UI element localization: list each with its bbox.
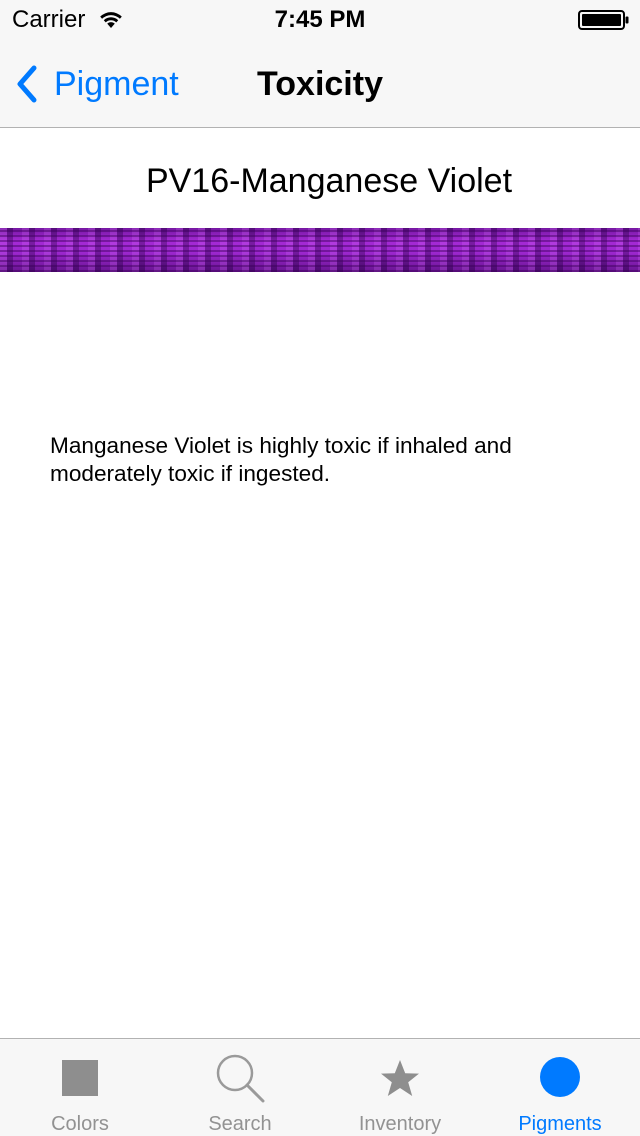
search-icon [216,1054,265,1103]
pigment-name: PV16-Manganese Violet [145,162,513,200]
top-bar: Carrier 7:45 PM Pigment Toxicity [0,0,640,128]
clock: 7:45 PM [274,6,366,33]
circle-icon [540,1057,580,1097]
tab-inventory[interactable]: Inventory [320,1039,480,1136]
page-title: Toxicity [257,65,383,103]
tab-label: Pigments [518,1113,602,1135]
toxicity-screen: Carrier 7:45 PM Pigment Toxicity PV16-Ma… [0,0,640,1136]
toxicity-description: Manganese Violet is highly toxic if inha… [50,433,512,486]
tab-bar: Colors Search Inventory Pigments [0,1038,640,1136]
tab-label: Colors [51,1113,109,1135]
tab-colors[interactable]: Colors [0,1039,160,1136]
status-bar: Carrier 7:45 PM [0,0,640,40]
battery-icon [578,10,629,30]
tab-search[interactable]: Search [160,1039,320,1136]
star-icon [381,1060,419,1096]
tab-label: Search [208,1113,272,1135]
tab-pigments[interactable]: Pigments [480,1039,640,1136]
navigation-bar: Pigment Toxicity [0,40,640,128]
pigment-swatch [0,228,640,272]
tab-label: Inventory [358,1113,442,1135]
square-icon [62,1060,98,1096]
